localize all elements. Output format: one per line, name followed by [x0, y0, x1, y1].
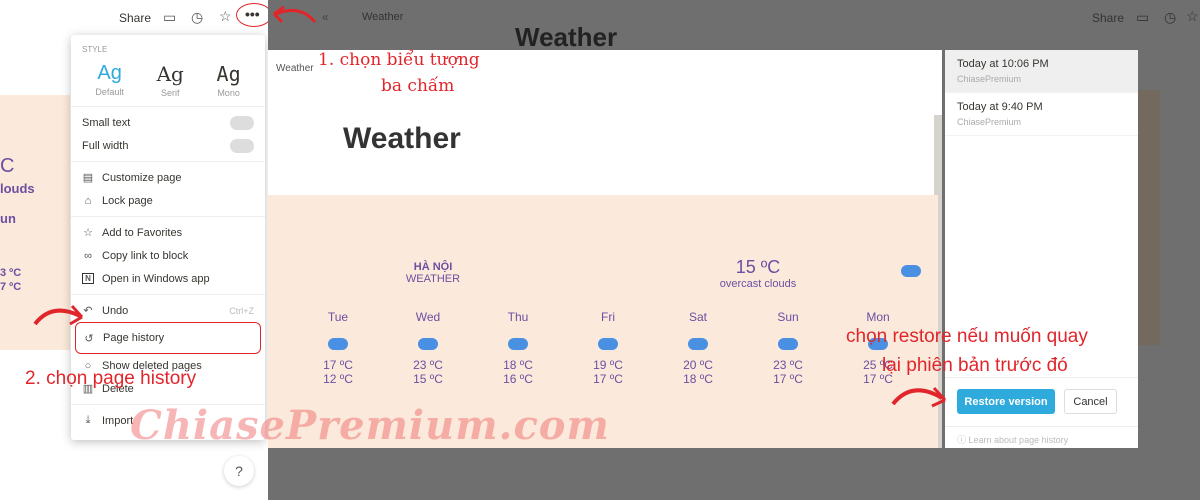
high-temp: 23 ºC [773, 358, 803, 372]
low-temp: 18 ºC [683, 372, 713, 386]
font-serif[interactable]: Ag Serif [157, 62, 184, 98]
low-temp: 17 ºC [773, 372, 803, 386]
font-mono[interactable]: Ag Mono [217, 62, 241, 98]
low-temp: 12 ºC [323, 372, 353, 386]
star-icon: ☆ [83, 227, 93, 239]
forecast-day: Sat 20 ºC 18 ºC [668, 310, 728, 386]
arrow-annotation [33, 304, 84, 326]
version-history-panel: Today at 10:06 PM ChiasePremium Today at … [945, 50, 1138, 448]
toggle-switch[interactable] [230, 138, 254, 153]
clock-icon[interactable]: ◷ [191, 9, 203, 26]
page-icon: ▤ [82, 172, 94, 184]
forecast-day: Wed 23 ºC 15 ºC [398, 310, 458, 386]
page-title: Weather [343, 122, 461, 155]
arrow-annotation [891, 386, 947, 408]
menu-item-open-app[interactable]: N Open in Windows app [71, 267, 265, 290]
high-temp: 18 ºC [503, 358, 533, 372]
lock-icon: ⌂ [84, 194, 92, 207]
forecast-day: Fri 19 ºC 17 ºC [578, 310, 638, 386]
small-text-toggle[interactable]: Small text [71, 111, 265, 134]
cancel-button[interactable]: Cancel [1064, 389, 1117, 414]
day-name: Wed [415, 310, 441, 324]
page-history-preview: Weather Weather HÀ NỘI WEATHER 15 ºC overc… [268, 50, 942, 448]
high-temp: 20 ºC [683, 358, 713, 372]
cloud-icon [508, 338, 528, 350]
low-temp: 15 ºC [413, 372, 443, 386]
day-name: Fri [601, 310, 615, 324]
cloud-icon [418, 338, 438, 350]
forecast-days: Tue 17 ºC 12 ºC Wed 23 ºC 15 ºC Thu 18 ºC 16 ºC F… [308, 310, 908, 386]
forecast-day: Tue 17 ºC 12 ºC [308, 310, 368, 386]
star-icon: ☆ [1186, 8, 1199, 24]
history-icon: ↺ [84, 332, 94, 345]
highlight-circle [236, 3, 272, 27]
font-default[interactable]: Ag Default [95, 62, 124, 98]
forecast-day: Thu 18 ºC 16 ºC [488, 310, 548, 386]
version-item-selected[interactable]: Today at 10:06 PM ChiasePremium [945, 50, 1138, 93]
low-temp: 16 ºC [503, 372, 533, 386]
forecast-day: Sun 23 ºC 17 ºC [758, 310, 818, 386]
version-item[interactable]: Today at 9:40 PM ChiasePremium [945, 93, 1138, 136]
help-button[interactable]: ? [224, 456, 254, 486]
collapse-sidebar-icon[interactable]: « [322, 10, 329, 24]
clock-icon: ◷ [1164, 9, 1177, 25]
share-button[interactable]: Share [119, 11, 151, 25]
restore-version-button[interactable]: Restore version [957, 389, 1055, 414]
cloud-icon [598, 338, 618, 350]
day-name: Tue [327, 310, 349, 324]
high-temp: 19 ºC [593, 358, 623, 372]
full-width-toggle[interactable]: Full width [71, 134, 265, 157]
low-temp: 17 ºC [593, 372, 623, 386]
arrow-annotation [272, 5, 317, 24]
link-icon: ∞ [84, 249, 92, 262]
comment-icon[interactable]: ▭ [163, 9, 176, 26]
menu-item-page-history[interactable]: ↺ Page history [75, 322, 261, 354]
day-name: Sat [688, 310, 707, 324]
comment-icon: ▭ [1136, 9, 1150, 25]
learn-history-link[interactable]: ⓘ Learn about page history [957, 433, 1068, 446]
star-icon[interactable]: ☆ [219, 8, 232, 25]
cloud-icon [328, 338, 348, 350]
menu-item-customize-page[interactable]: ▤ Customize page [71, 166, 265, 189]
cloud-icon [778, 338, 798, 350]
notion-icon: N [82, 273, 94, 284]
menu-item-undo[interactable]: ↶ Undo Ctrl+Z [71, 299, 265, 322]
cloud-icon [688, 338, 708, 350]
high-temp: 23 ºC [413, 358, 443, 372]
cloud-icon [901, 265, 921, 277]
download-icon: ⤓ [85, 414, 91, 426]
day-name: Sun [777, 310, 799, 324]
menu-item-lock-page[interactable]: ⌂ Lock page [71, 189, 265, 212]
bg-weather-block [1138, 90, 1160, 345]
menu-item-copy-link[interactable]: ∞ Copy link to block [71, 244, 265, 267]
toggle-switch[interactable] [230, 115, 254, 130]
day-name: Thu [507, 310, 529, 324]
watermark: ChiasePremium.com [130, 402, 610, 449]
menu-item-add-favorites[interactable]: ☆ Add to Favorites [71, 221, 265, 244]
high-temp: 17 ºC [323, 358, 353, 372]
day-name: Mon [866, 310, 890, 324]
